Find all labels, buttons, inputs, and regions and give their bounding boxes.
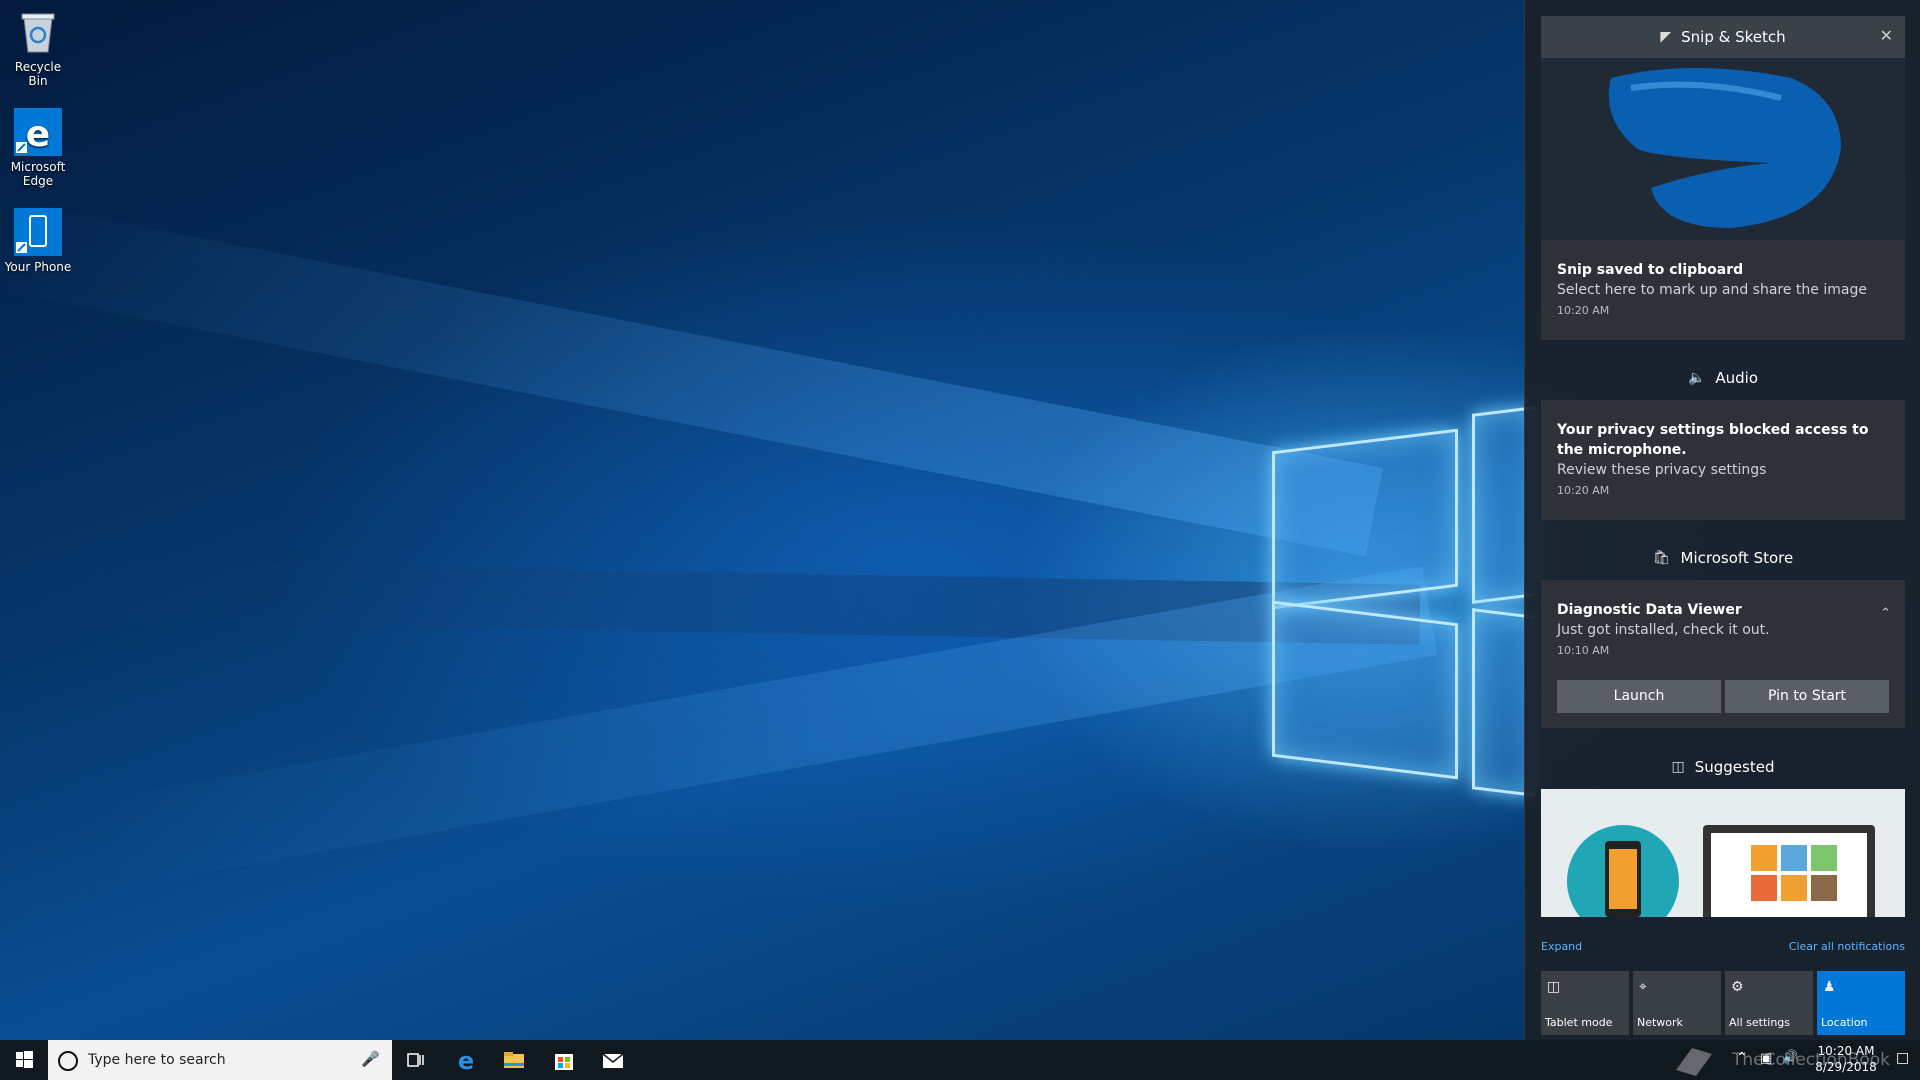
windows-logo-pane — [1272, 428, 1458, 610]
suggested-icon: ◫ — [1671, 759, 1685, 775]
notification-store[interactable]: Diagnostic Data Viewer ⌃ Just got instal… — [1541, 580, 1905, 728]
desktop-icon-your-phone[interactable]: Your Phone — [4, 208, 72, 274]
chevron-up-icon[interactable]: ⌃ — [1880, 606, 1891, 621]
store-bag-icon: 🛍 — [1652, 550, 1671, 566]
taskbar-store-button[interactable] — [548, 1046, 580, 1074]
search-placeholder: Type here to search — [88, 1052, 226, 1068]
notification-title: Diagnostic Data Viewer — [1557, 602, 1742, 618]
search-box[interactable]: Type here to search 🎤 — [48, 1040, 392, 1080]
desktop-icon-label: Your Phone — [4, 260, 72, 274]
audio-header: 🔈 Audio — [1541, 357, 1905, 399]
app-name: Microsoft Store — [1680, 549, 1794, 567]
suggested-header: ◫ Suggested — [1541, 746, 1905, 788]
notification-title: Your privacy settings blocked access to … — [1557, 422, 1869, 458]
taskbar: Type here to search 🎤 e TheCollectionBoo… — [0, 1040, 1920, 1080]
clock-time: 10:20 AM — [1817, 1044, 1875, 1058]
task-view-button[interactable] — [400, 1046, 432, 1074]
phone-icon — [14, 208, 62, 256]
notification-title: Snip saved to clipboard — [1557, 262, 1744, 278]
notification-body: Just got installed, check it out. — [1557, 622, 1770, 638]
snip-sketch-header[interactable]: ◤ Snip & Sketch ✕ — [1541, 16, 1905, 58]
close-icon[interactable]: ✕ — [1880, 26, 1893, 45]
network-icon: ⌖ — [1639, 979, 1647, 995]
clear-all-notifications-link[interactable]: Clear all notifications — [1789, 940, 1905, 953]
notification-snip[interactable]: Snip saved to clipboard Select here to m… — [1541, 240, 1905, 340]
speaker-icon: 🔈 — [1687, 370, 1706, 386]
windows-icon — [16, 1051, 33, 1068]
clock[interactable]: 10:20 AM 8/29/2018 — [1806, 1043, 1886, 1075]
microphone-icon[interactable]: 🎤 — [361, 1050, 380, 1068]
quick-action-label: Network — [1637, 1016, 1683, 1029]
desktop-icon-edge[interactable]: e Microsoft Edge — [4, 108, 72, 188]
notification-time: 10:20 AM — [1557, 484, 1610, 497]
windows-logo-pane — [1272, 600, 1458, 780]
quick-action-label: All settings — [1729, 1016, 1790, 1029]
quick-action-label: Location — [1821, 1016, 1868, 1029]
notification-body: Select here to mark up and share the ima… — [1557, 282, 1867, 298]
taskbar-file-explorer-button[interactable] — [498, 1046, 530, 1074]
notifications-icon[interactable]: □ — [1896, 1050, 1909, 1066]
snip-sketch-icon: ◤ — [1660, 29, 1672, 45]
edge-icon: e — [458, 1047, 474, 1075]
suggested-image[interactable] — [1541, 789, 1905, 917]
notification-body: Review these privacy settings — [1557, 462, 1767, 478]
taskbar-edge-button[interactable]: e — [450, 1046, 482, 1075]
clock-date: 8/29/2018 — [1815, 1060, 1877, 1074]
quick-action-network[interactable]: ⌖ Network — [1633, 971, 1721, 1035]
quick-action-all-settings[interactable]: ⚙ All settings — [1725, 971, 1813, 1035]
recycle-bin-icon — [14, 8, 62, 56]
cortana-icon — [58, 1051, 78, 1071]
edge-icon: e — [14, 108, 62, 156]
task-view-icon — [407, 1053, 424, 1067]
quick-action-location[interactable]: ♟ Location — [1817, 971, 1905, 1035]
chevron-up-icon[interactable]: ⌃ — [1736, 1050, 1748, 1066]
app-name: Snip & Sketch — [1681, 28, 1786, 46]
app-name: Suggested — [1694, 758, 1775, 776]
start-button[interactable] — [0, 1040, 48, 1080]
volume-icon[interactable]: 🔊 — [1782, 1050, 1798, 1065]
quick-action-label: Tablet mode — [1545, 1016, 1613, 1029]
gear-icon: ⚙ — [1731, 979, 1744, 995]
svg-text:e: e — [458, 1047, 474, 1074]
quick-action-tablet-mode[interactable]: ◫ Tablet mode — [1541, 971, 1629, 1035]
tablet-mode-icon: ◫ — [1547, 979, 1561, 995]
desktop-icon-recycle-bin[interactable]: Recycle Bin — [4, 8, 72, 88]
notification-time: 10:20 AM — [1557, 304, 1610, 317]
store-header: 🛍 Microsoft Store — [1541, 537, 1905, 579]
light-beam — [0, 200, 1383, 557]
folder-icon — [504, 1052, 524, 1068]
launch-button[interactable]: Launch — [1557, 680, 1721, 713]
taskbar-mail-button[interactable] — [597, 1046, 629, 1074]
notification-audio[interactable]: Your privacy settings blocked access to … — [1541, 400, 1905, 520]
app-name: Audio — [1715, 369, 1759, 387]
store-icon — [555, 1054, 573, 1070]
mail-icon — [602, 1053, 624, 1068]
svg-text:e: e — [26, 114, 50, 155]
expand-link[interactable]: Expand — [1541, 940, 1582, 953]
action-center-panel: ◤ Snip & Sketch ✕ Snip saved to clipboar… — [1524, 0, 1920, 1040]
snip-preview-image — [1541, 58, 1905, 240]
desktop-icon-label: Recycle Bin — [14, 60, 62, 88]
notification-time: 10:10 AM — [1557, 644, 1610, 657]
network-icon[interactable]: ▣ — [1760, 1051, 1772, 1066]
pin-to-start-button[interactable]: Pin to Start — [1725, 680, 1889, 713]
desktop-icon-label: Microsoft Edge — [10, 160, 66, 188]
location-icon: ♟ — [1823, 979, 1836, 995]
system-tray: ⌃ ▣ 🔊 10:20 AM 8/29/2018 □ — [1730, 1040, 1920, 1080]
book-icon — [1676, 1048, 1712, 1076]
